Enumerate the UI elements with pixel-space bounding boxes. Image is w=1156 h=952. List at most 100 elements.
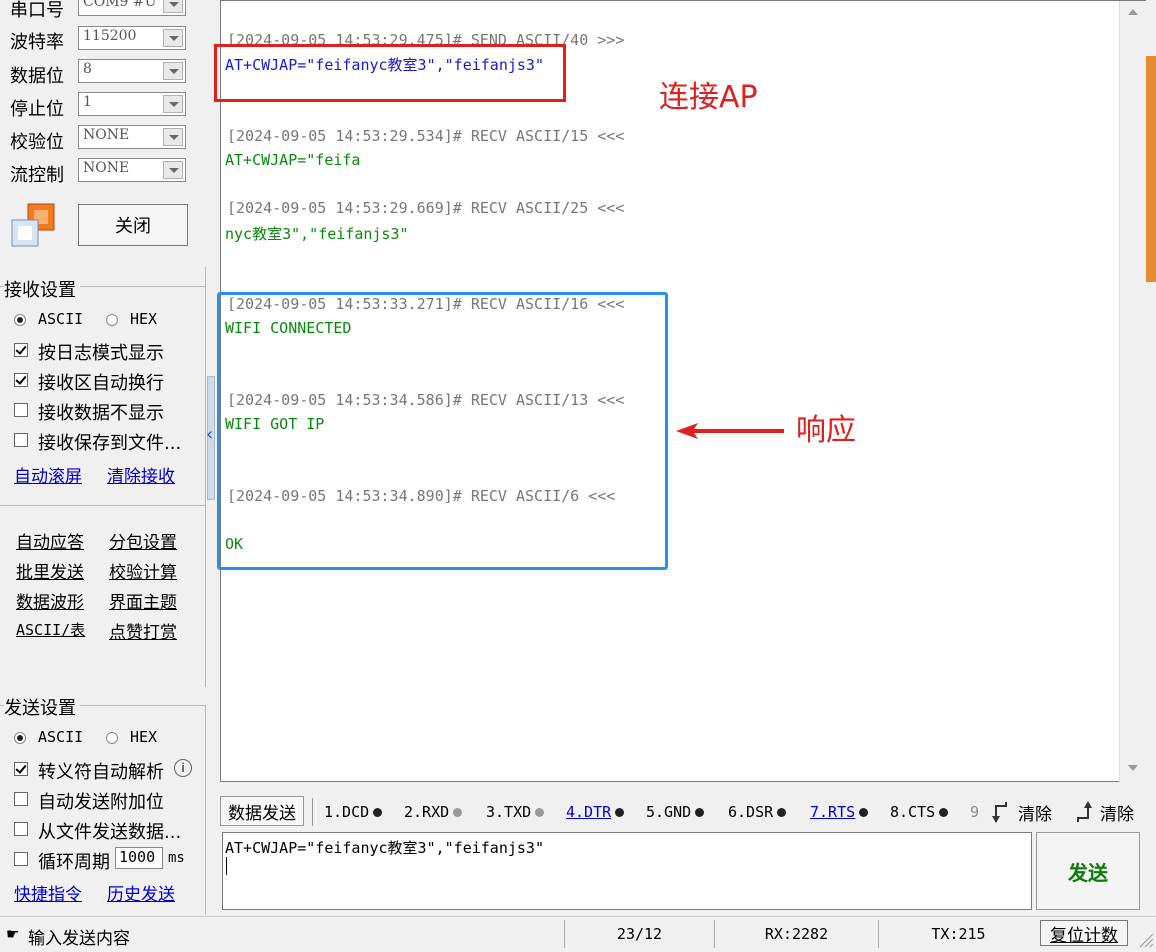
status-divider <box>0 916 1156 917</box>
clear-send-icon[interactable] <box>990 800 1012 824</box>
append-check-label: 自动发送附加位 <box>38 792 164 813</box>
pin-gnd[interactable]: 5.GND <box>646 803 705 821</box>
chevron-down-icon[interactable] <box>163 128 183 146</box>
chevron-down-icon[interactable] <box>163 62 183 80</box>
auto-wrap-label: 接收区自动换行 <box>38 373 164 394</box>
chevron-left-icon[interactable]: ‹ <box>206 424 213 445</box>
send-input[interactable]: AT+CWJAP="feifanyc教室3","feifanjs3" <box>222 832 1032 910</box>
connect-ap-annotation: 连接AP <box>659 80 758 115</box>
parity-label: 校验位 <box>10 132 64 153</box>
resize-grip-icon[interactable] <box>1136 930 1154 948</box>
log-timestamp: [2024-09-05 14:53:29.669]# RECV ASCII/25… <box>227 199 625 217</box>
receive-log[interactable]: [2024-09-05 14:53:29.475]# SEND ASCII/40… <box>214 0 1146 783</box>
hand-pointer-icon: ☛ <box>6 925 20 943</box>
reward-link[interactable]: 点赞打赏 <box>109 618 177 643</box>
auto-wrap-checkbox[interactable] <box>14 373 28 387</box>
pin-dcd[interactable]: 1.DCD <box>324 803 383 821</box>
port-label: 串口号 <box>10 0 64 21</box>
parity-select[interactable]: NONE <box>78 125 186 149</box>
pin-rts[interactable]: 7.RTS <box>810 803 869 821</box>
clear-send-button[interactable]: 清除 <box>1018 800 1052 825</box>
baud-select[interactable]: 115200 <box>78 26 186 50</box>
waveform-link[interactable]: 数据波形 <box>16 588 84 613</box>
status-hint: 输入发送内容 <box>28 929 130 949</box>
checksum-link[interactable]: 校验计算 <box>109 558 177 583</box>
recv-ascii-label: ASCII <box>38 310 84 328</box>
flow-label: 流控制 <box>10 165 64 186</box>
log-payload: nyc教室3","feifanjs3" <box>225 225 409 243</box>
hide-data-label: 接收数据不显示 <box>38 403 164 424</box>
packet-settings-link[interactable]: 分包设置 <box>109 528 177 553</box>
send-hex-radio[interactable] <box>106 732 118 744</box>
tx-counter: TX:215 <box>878 920 1038 948</box>
chevron-down-icon[interactable] <box>163 0 183 13</box>
port-status-icon <box>11 203 55 247</box>
send-ascii-label: ASCII <box>38 728 84 746</box>
close-port-button[interactable]: 关闭 <box>78 204 188 246</box>
log-payload: AT+CWJAP="feifa <box>225 151 361 169</box>
auto-scroll-link[interactable]: 自动滚屏 <box>14 462 82 487</box>
pin-dsr[interactable]: 6.DSR <box>728 803 787 821</box>
log-mode-checkbox[interactable] <box>14 343 28 357</box>
cycle-label: 循环周期 <box>38 852 110 873</box>
scroll-down-icon[interactable] <box>1128 765 1138 771</box>
send-button[interactable]: 发送 <box>1036 832 1140 910</box>
response-highlight-box <box>217 292 668 570</box>
send-settings-title: 发送设置 <box>4 694 80 720</box>
cycle-input[interactable]: 1000 <box>115 847 163 869</box>
shortcuts-link[interactable]: 快捷指令 <box>14 880 82 905</box>
recv-hex-radio[interactable] <box>106 314 118 326</box>
send-ascii-radio[interactable] <box>14 732 26 744</box>
save-file-label: 接收保存到文件... <box>38 433 182 454</box>
from-file-label: 从文件发送数据... <box>38 822 182 843</box>
databits-select[interactable]: 8 <box>78 59 186 83</box>
scroll-up-icon[interactable] <box>1128 9 1138 15</box>
clear-recv-button[interactable]: 清除 <box>1100 800 1134 825</box>
vertical-scrollbar[interactable] <box>1119 1 1146 783</box>
stopbits-label: 停止位 <box>10 99 64 120</box>
ascii-table-link[interactable]: ASCII/表 <box>16 619 85 640</box>
pin-ri[interactable]: 9 <box>970 803 979 821</box>
stopbits-select[interactable]: 1 <box>78 92 186 116</box>
history-link[interactable]: 历史发送 <box>107 880 175 905</box>
rx-counter: RX:2282 <box>714 920 878 948</box>
flow-select[interactable]: NONE <box>78 158 186 182</box>
escape-checkbox[interactable] <box>14 762 28 776</box>
recv-hex-label: HEX <box>130 310 158 328</box>
cycle-unit: ms <box>168 850 185 866</box>
receive-settings-title: 接收设置 <box>4 276 80 302</box>
theme-link[interactable]: 界面主题 <box>109 588 177 613</box>
recv-ascii-radio[interactable] <box>14 314 26 326</box>
log-timestamp: [2024-09-05 14:53:29.534]# RECV ASCII/15… <box>227 127 625 145</box>
send-hex-label: HEX <box>130 728 158 746</box>
reset-counter-button[interactable]: 复位计数 <box>1040 920 1128 946</box>
auto-reply-link[interactable]: 自动应答 <box>16 528 84 553</box>
pin-cts[interactable]: 8.CTS <box>890 803 949 821</box>
pin-bar-divider <box>312 798 316 826</box>
tools-divider <box>0 505 205 506</box>
batch-send-link[interactable]: 批里发送 <box>16 558 84 583</box>
chevron-down-icon[interactable] <box>163 161 183 179</box>
hide-data-checkbox[interactable] <box>14 403 28 417</box>
text-cursor <box>226 857 227 875</box>
clear-recv-link[interactable]: 清除接收 <box>107 462 175 487</box>
response-annotation: 响应 <box>796 413 856 448</box>
pin-dtr[interactable]: 4.DTR <box>566 803 625 821</box>
cycle-checkbox[interactable] <box>14 852 28 866</box>
log-mode-label: 按日志模式显示 <box>38 343 164 364</box>
left-panel-border <box>205 267 206 687</box>
escape-label: 转义符自动解析 <box>38 762 164 783</box>
baud-label: 波特率 <box>10 32 64 53</box>
send-input-text: AT+CWJAP="feifanyc教室3","feifanjs3" <box>225 839 544 857</box>
append-check-checkbox[interactable] <box>14 792 28 806</box>
save-file-checkbox[interactable] <box>14 433 28 447</box>
chevron-down-icon[interactable] <box>163 29 183 47</box>
pin-txd[interactable]: 3.TXD <box>486 803 545 821</box>
from-file-checkbox[interactable] <box>14 822 28 836</box>
pin-rxd[interactable]: 2.RXD <box>404 803 463 821</box>
tab-data-send[interactable]: 数据发送 <box>220 796 304 826</box>
port-select[interactable]: COM9 #USB <box>78 0 186 16</box>
clear-recv-icon[interactable] <box>1072 800 1094 824</box>
info-icon[interactable]: i <box>174 759 192 777</box>
chevron-down-icon[interactable] <box>163 95 183 113</box>
